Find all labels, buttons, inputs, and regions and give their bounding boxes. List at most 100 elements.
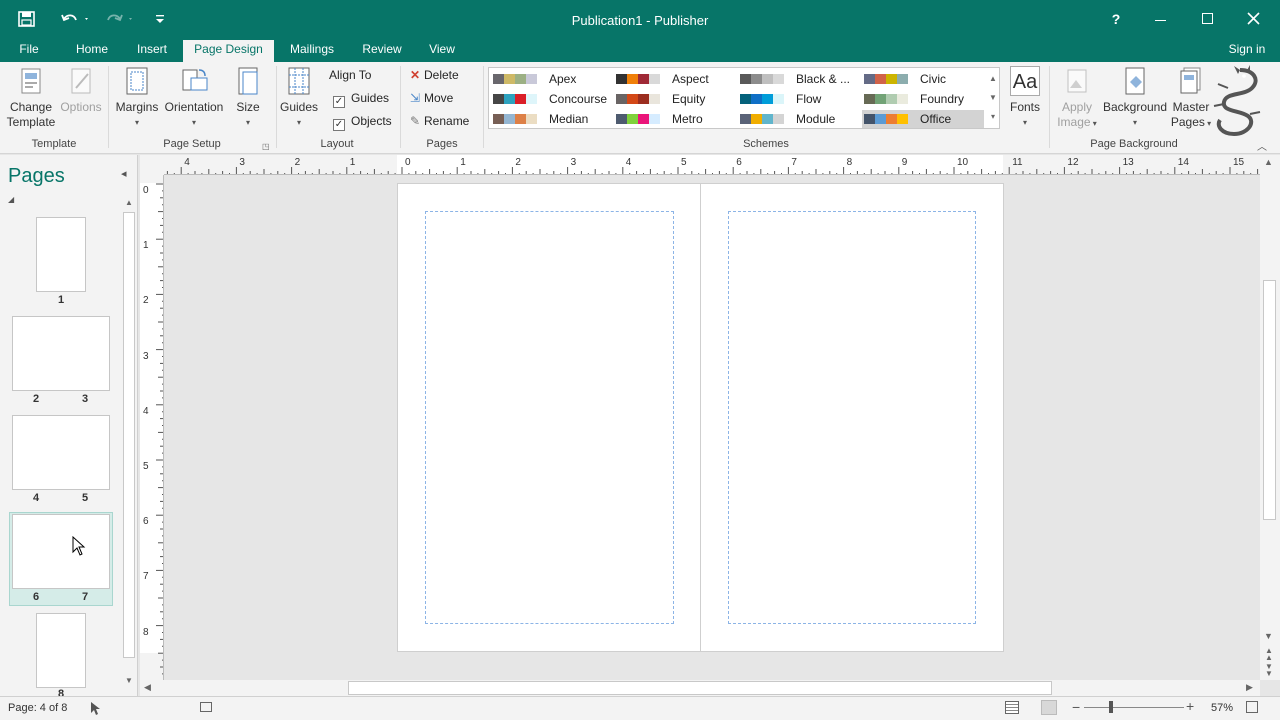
guides-icon [284,66,314,96]
page-thumb-4-5[interactable] [12,415,110,490]
scroll-thumb[interactable] [1263,280,1276,520]
scroll-down-icon[interactable]: ▼ [123,676,135,685]
scheme-median[interactable]: Median [491,110,613,128]
tab-view[interactable]: View [420,40,464,62]
close-icon[interactable] [1247,12,1260,25]
size-button[interactable]: Size ▾ [228,66,268,130]
guides-button[interactable]: Guides ▾ [280,66,318,130]
page-thumb-6-7[interactable] [12,514,110,589]
ruler-number: 3 [143,350,149,362]
separator [276,66,277,148]
separator [483,66,484,148]
margins-button[interactable]: Margins ▾ [112,66,162,130]
tab-home[interactable]: Home [68,40,116,62]
scheme-civic[interactable]: Civic [862,70,984,88]
scheme-equity[interactable]: Equity [614,90,736,108]
scheme-office[interactable]: Office [862,110,984,128]
page-thumb-8[interactable] [36,613,86,688]
objects-checkbox[interactable]: ✓ Objects [333,114,392,131]
two-page-view-icon[interactable] [1041,700,1057,715]
fonts-button[interactable]: Aa Fonts ▾ [1004,66,1046,130]
tab-page-design[interactable]: Page Design [183,40,274,62]
delete-page-button[interactable]: ✕ Delete [410,68,459,82]
rename-page-button[interactable]: ✎ Rename [410,114,469,128]
scheme-metro[interactable]: Metro [614,110,736,128]
scheme-apex[interactable]: Apex [491,70,613,88]
master-pages-icon [1176,66,1206,96]
scroll-down-icon[interactable]: ▼ [1264,631,1273,641]
page-thumb-1[interactable] [36,217,86,292]
scheme-swatch [864,70,920,88]
schemes-scroll-down[interactable]: ▼ [987,89,999,107]
redo-icon[interactable] [104,11,134,27]
options-button[interactable]: Options [58,66,104,115]
pages-scrollbar[interactable]: ▲ ▼ [122,198,136,688]
orientation-button[interactable]: Orientation ▾ [162,66,226,130]
undo-icon[interactable] [60,11,90,27]
fit-page-icon[interactable] [1246,701,1258,713]
apply-image-button[interactable]: Apply Image ▾ [1052,66,1102,131]
previous-page-icon[interactable]: ▲ ▲ [1265,647,1273,662]
pages-group-label: Pages [426,138,458,150]
schemes-scroll-up[interactable]: ▲ [987,70,999,88]
zoom-slider-thumb[interactable] [1109,701,1113,713]
help-button[interactable]: ? [1108,11,1124,27]
zoom-in-icon[interactable]: + [1186,698,1194,714]
single-page-view-icon[interactable] [1005,701,1019,714]
scheme-flow[interactable]: Flow [738,90,860,108]
horizontal-ruler[interactable]: 4 3 2 1 0 1 2 3 4 5 6 7 8 9 10 11 12 13 14 15 [164,155,1260,175]
minimize-icon[interactable] [1155,20,1166,21]
dialog-launcher-icon[interactable]: ◳ [262,142,270,151]
scheme-foundry[interactable]: Foundry [862,90,984,108]
section-collapse-icon[interactable]: ◢ [8,195,14,204]
vertical-scrollbar[interactable]: ▲ ▼ ▲ ▲ ▼ ▼ [1260,155,1280,680]
scroll-left-icon[interactable]: ◀ [144,682,151,693]
color-swatch [875,114,886,124]
scheme-black[interactable]: Black & ... [738,70,860,88]
save-icon[interactable] [18,11,35,27]
chevron-down-icon: ▾ [296,118,301,127]
workspace-canvas[interactable] [164,175,1260,680]
color-swatch [515,114,526,124]
ruler-number: 4 [625,157,632,168]
color-swatch [649,94,660,104]
vertical-ruler[interactable]: 0 1 2 3 4 5 6 7 8 [140,175,164,680]
guides-checkbox[interactable]: ✓ Guides [333,91,389,108]
move-page-button[interactable]: ⇲ Move [410,91,453,105]
page-indicator[interactable]: Page: 4 of 8 [8,702,67,714]
zoom-out-icon[interactable]: − [1072,699,1080,715]
ruler-number: 5 [143,461,149,472]
scheme-module[interactable]: Module [738,110,860,128]
change-template-button[interactable]: Change Template [4,66,58,130]
background-button[interactable]: Background ▾ [1102,66,1168,130]
zoom-level[interactable]: 57% [1211,702,1233,714]
tab-review[interactable]: Review [355,40,409,62]
scroll-up-icon[interactable]: ▲ [1264,157,1273,167]
schemes-more[interactable]: ▾ [987,108,999,126]
tab-insert[interactable]: Insert [128,40,176,62]
horizontal-scrollbar[interactable]: ◀ ▶ [140,680,1260,696]
scroll-thumb[interactable] [348,681,1052,695]
ruler-number: 7 [143,571,149,583]
zoom-slider[interactable] [1084,707,1184,708]
separator [400,66,401,148]
tab-file[interactable]: File [8,40,50,62]
size-icon [233,66,263,96]
scroll-up-icon[interactable]: ▲ [123,198,135,207]
scheme-concourse[interactable]: Concourse [491,90,613,108]
page-spread[interactable] [397,183,1004,652]
page-thumb-2-3[interactable] [12,316,110,391]
scroll-thumb[interactable] [123,212,135,658]
collapse-ribbon-icon[interactable]: ︿ [1257,138,1267,153]
next-page-icon[interactable]: ▼ ▼ [1265,663,1273,678]
sign-in-link[interactable]: Sign in [1222,40,1272,62]
color-swatch [740,94,751,104]
collapse-pane-icon[interactable]: ◂ [121,167,127,180]
customize-icon[interactable] [155,13,165,25]
maximize-icon[interactable] [1202,13,1213,24]
scheme-aspect[interactable]: Aspect [614,70,736,88]
master-pages-button[interactable]: Master Pages ▾ [1168,66,1214,131]
tab-mailings[interactable]: Mailings [282,40,342,62]
page-number: 5 [81,492,89,504]
scroll-right-icon[interactable]: ▶ [1246,682,1253,693]
